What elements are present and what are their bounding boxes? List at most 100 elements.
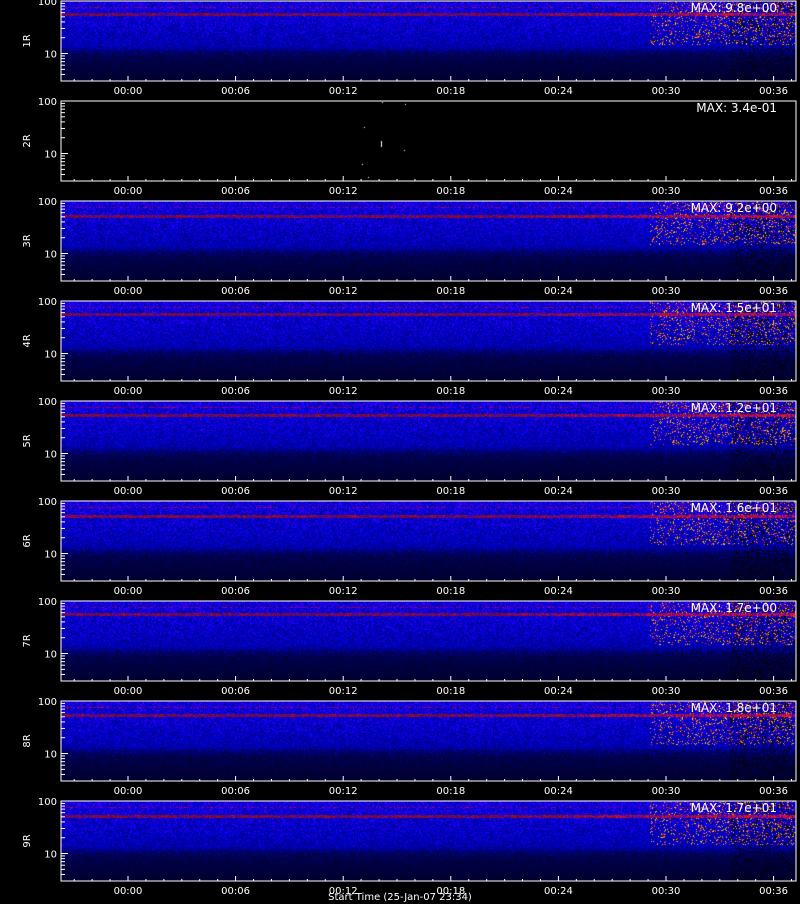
panel-6R: 100 10 6R 00:00 00:06 00:12 00:18 00:24 00:30 00:… <box>22 497 797 597</box>
x-tick-label: 00:24 <box>544 686 573 697</box>
heatmap-2R <box>61 101 796 181</box>
x-tick-label: 00:00 <box>114 486 143 497</box>
heatmap-3R <box>61 201 796 281</box>
y-tick-label: 10 <box>44 50 57 61</box>
max-label: MAX: 1.7e+00 <box>691 601 777 615</box>
x-tick-label: 00:06 <box>221 686 250 697</box>
x-axis-footer-label: Start Time (25-Jan-07 23:34) <box>328 892 472 903</box>
x-tick-label: 00:36 <box>759 386 788 397</box>
x-tick-label: 00:36 <box>759 286 788 297</box>
panel-2R: 100 10 2R 00:00 00:06 00:12 00:18 00:24 00:30 00:… <box>22 97 797 197</box>
heatmap-5R <box>61 401 796 481</box>
x-tick-label: 00:00 <box>114 186 143 197</box>
x-tick-label: 00:24 <box>544 286 573 297</box>
y-tick-label: 100 <box>38 397 57 408</box>
x-tick-label: 00:00 <box>114 286 143 297</box>
y-tick-label: 100 <box>38 297 57 308</box>
x-tick-label: 00:18 <box>436 286 465 297</box>
max-label: MAX: 1.7e+01 <box>691 801 777 815</box>
panel-label: 6R <box>22 534 33 547</box>
panel-label: 3R <box>22 234 33 247</box>
x-tick-label: 00:24 <box>544 486 573 497</box>
heatmap-8R <box>61 701 796 781</box>
x-tick-label: 00:12 <box>329 586 358 597</box>
panel-8R: 100 10 8R 00:00 00:06 00:12 00:18 00:24 00:30 00:… <box>22 697 797 797</box>
y-tick-label: 10 <box>44 750 57 761</box>
panel-4R: 100 10 4R 00:00 00:06 00:12 00:18 00:24 00:30 00:… <box>22 297 797 397</box>
x-tick-label: 00:06 <box>221 486 250 497</box>
heatmap-9R <box>61 801 796 881</box>
x-tick-label: 00:12 <box>329 286 358 297</box>
x-tick-label: 00:12 <box>329 386 358 397</box>
max-label: MAX: 1.8e+01 <box>691 701 777 715</box>
panel-label: 1R <box>22 34 33 47</box>
panel-label: 8R <box>22 734 33 747</box>
y-tick-label: 100 <box>38 0 57 8</box>
x-tick-label: 00:18 <box>436 586 465 597</box>
x-tick-label: 00:12 <box>329 686 358 697</box>
x-tick-label: 00:30 <box>652 686 681 697</box>
x-tick-label: 00:06 <box>221 786 250 797</box>
x-tick-label: 00:36 <box>759 686 788 697</box>
x-tick-label: 00:24 <box>544 186 573 197</box>
panel-label: 4R <box>22 334 33 347</box>
y-tick-label: 100 <box>38 497 57 508</box>
x-tick-label: 00:12 <box>329 786 358 797</box>
max-label: MAX: 9.8e+00 <box>691 1 777 15</box>
x-tick-label: 00:36 <box>759 786 788 797</box>
x-tick-label: 00:00 <box>114 86 143 97</box>
x-tick-label: 00:36 <box>759 486 788 497</box>
x-tick-label: 00:06 <box>221 186 250 197</box>
max-label: MAX: 1.2e+01 <box>691 401 777 415</box>
y-tick-label: 10 <box>44 550 57 561</box>
y-tick-label: 100 <box>38 197 57 208</box>
panel-3R: 100 10 3R 00:00 00:06 00:12 00:18 00:24 00:30 00:… <box>22 197 797 297</box>
x-tick-label: 00:30 <box>652 586 681 597</box>
x-tick-label: 00:30 <box>652 786 681 797</box>
panel-1R: 100 10 1R 00:00 00:06 00:12 00:18 00:24 00:30 00:… <box>22 0 797 97</box>
x-tick-label: 00:36 <box>759 586 788 597</box>
x-tick-label: 00:36 <box>759 86 788 97</box>
panel-7R: 100 10 7R 00:00 00:06 00:12 00:18 00:24 00:30 00:… <box>22 597 797 697</box>
x-tick-label: 00:00 <box>114 586 143 597</box>
x-tick-label: 00:12 <box>329 186 358 197</box>
y-tick-label: 10 <box>44 450 57 461</box>
heatmap-7R <box>61 601 796 681</box>
x-tick-label: 00:30 <box>652 186 681 197</box>
max-label: MAX: 1.6e+01 <box>691 501 777 515</box>
y-tick-label: 10 <box>44 250 57 261</box>
x-tick-label: 00:24 <box>544 86 573 97</box>
x-tick-label: 00:00 <box>114 686 143 697</box>
heatmap-6R <box>61 501 796 581</box>
x-tick-label: 00:30 <box>652 286 681 297</box>
x-tick-label: 00:18 <box>436 786 465 797</box>
x-tick-label: 00:12 <box>329 86 358 97</box>
panel-label: 9R <box>22 834 33 847</box>
heatmap-4R <box>61 301 796 381</box>
y-tick-label: 100 <box>38 797 57 808</box>
x-tick-label: 00:30 <box>652 486 681 497</box>
panel-9R: 100109R00:00 00:06 00:12 00:18 00:24 00:30 00:… <box>22 797 797 897</box>
y-tick-label: 100 <box>38 97 57 108</box>
x-tick-label: 00:06 <box>221 286 250 297</box>
x-tick-label: 00:24 <box>544 386 573 397</box>
x-tick-label: 00:18 <box>436 686 465 697</box>
x-tick-label: 00:06 <box>221 586 250 597</box>
x-tick-label: 00:30 <box>652 386 681 397</box>
panel-label: 2R <box>22 134 33 147</box>
y-tick-label: 100 <box>38 597 57 608</box>
x-tick-label: 00:18 <box>436 86 465 97</box>
x-tick-label: 00:24 <box>544 586 573 597</box>
x-tick-label: 00:06 <box>221 86 250 97</box>
x-tick-label: 00:12 <box>329 486 358 497</box>
max-label: MAX: 9.2e+00 <box>691 201 777 215</box>
y-tick-label: 10 <box>44 350 57 361</box>
max-label: MAX: 3.4e-01 <box>696 101 777 115</box>
x-tick-label: 00:00 <box>114 386 143 397</box>
x-tick-label: 00:18 <box>436 186 465 197</box>
x-tick-label: 00:18 <box>436 386 465 397</box>
spectrogram-stack: 100 10 1R 00:00 00:06 00:12 00:18 00:24 00:30 00:… <box>22 0 797 897</box>
panel-5R: 100 10 5R 00:00 00:06 00:12 00:18 00:24 00:30 00:… <box>22 397 797 497</box>
y-tick-label: 10 <box>44 650 57 661</box>
x-tick-label: 00:00 <box>114 786 143 797</box>
